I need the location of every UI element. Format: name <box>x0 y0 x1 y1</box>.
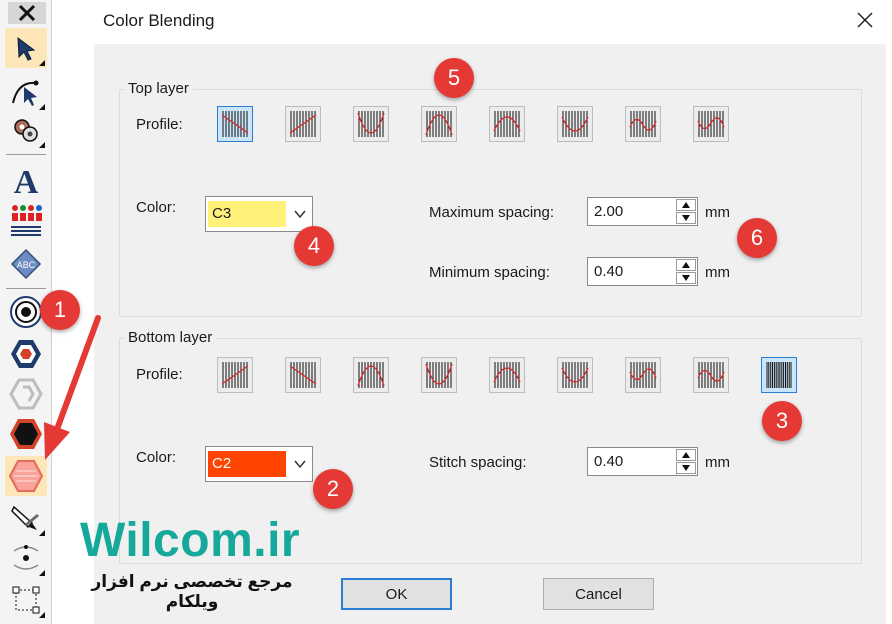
callout-badge-1: 1 <box>40 290 80 330</box>
watermark-brand: Wilcom.ir <box>80 514 301 567</box>
callout-badge-4: 4 <box>294 226 334 266</box>
watermark-subtitle: مرجع تخصصی نرم افزار ویلکام <box>91 572 293 611</box>
callout-badge-5: 5 <box>434 58 474 98</box>
callout-badge-3: 3 <box>762 401 802 441</box>
callout-badge-6: 6 <box>737 218 777 258</box>
callout-badge-2: 2 <box>313 469 353 509</box>
